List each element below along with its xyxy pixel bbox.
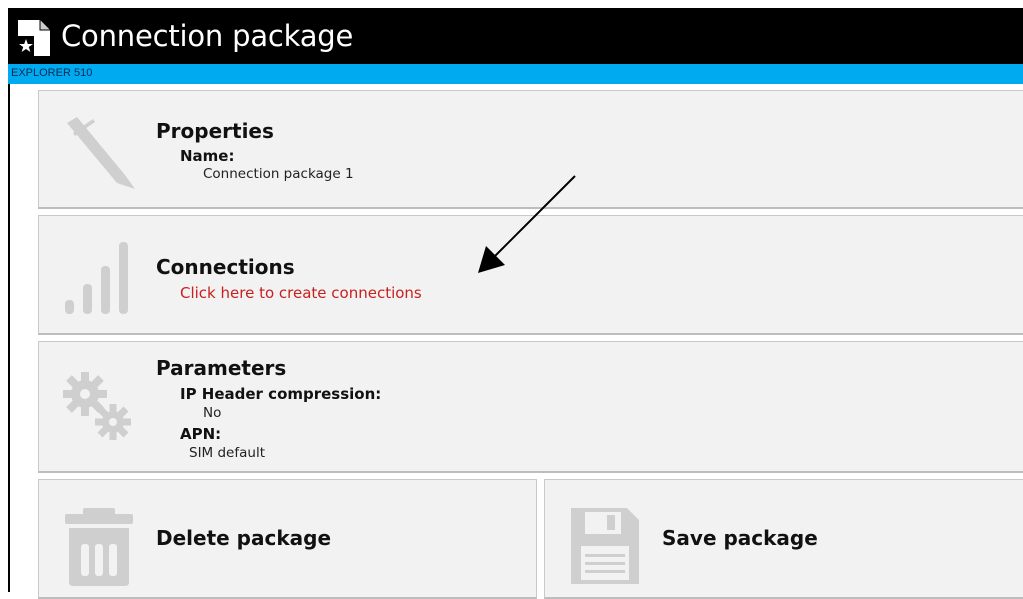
save-package-button[interactable]: Save package — [544, 479, 1023, 599]
name-label: Name: — [180, 147, 235, 165]
device-label: EXPLORER 510 — [11, 67, 93, 79]
device-strip: EXPLORER 510 — [8, 64, 1023, 84]
parameters-panel[interactable]: Parameters IP Header compression: No APN… — [38, 341, 1023, 473]
ip-header-value: No — [203, 405, 222, 421]
delete-package-label: Delete package — [156, 526, 332, 550]
connections-heading: Connections — [156, 255, 295, 279]
delete-package-button[interactable]: Delete package — [38, 479, 537, 599]
save-package-label: Save package — [662, 526, 818, 550]
name-value: Connection package 1 — [203, 166, 354, 182]
apn-value: SIM default — [189, 445, 265, 461]
document-star-icon — [18, 20, 50, 56]
pen-icon — [67, 117, 135, 189]
ip-header-label: IP Header compression: — [180, 385, 382, 403]
annotation-arrow — [478, 175, 576, 273]
trash-icon — [65, 508, 133, 586]
properties-heading: Properties — [156, 119, 274, 143]
parameters-heading: Parameters — [156, 356, 287, 380]
signal-bars-icon — [65, 242, 128, 314]
gears-icon — [63, 372, 131, 440]
window-title: Connection package — [61, 19, 354, 53]
create-connections-link[interactable]: Click here to create connections — [180, 284, 422, 302]
apn-label: APN: — [180, 425, 222, 443]
floppy-disk-icon — [571, 508, 639, 584]
title-bar: Connection package — [8, 8, 1023, 64]
